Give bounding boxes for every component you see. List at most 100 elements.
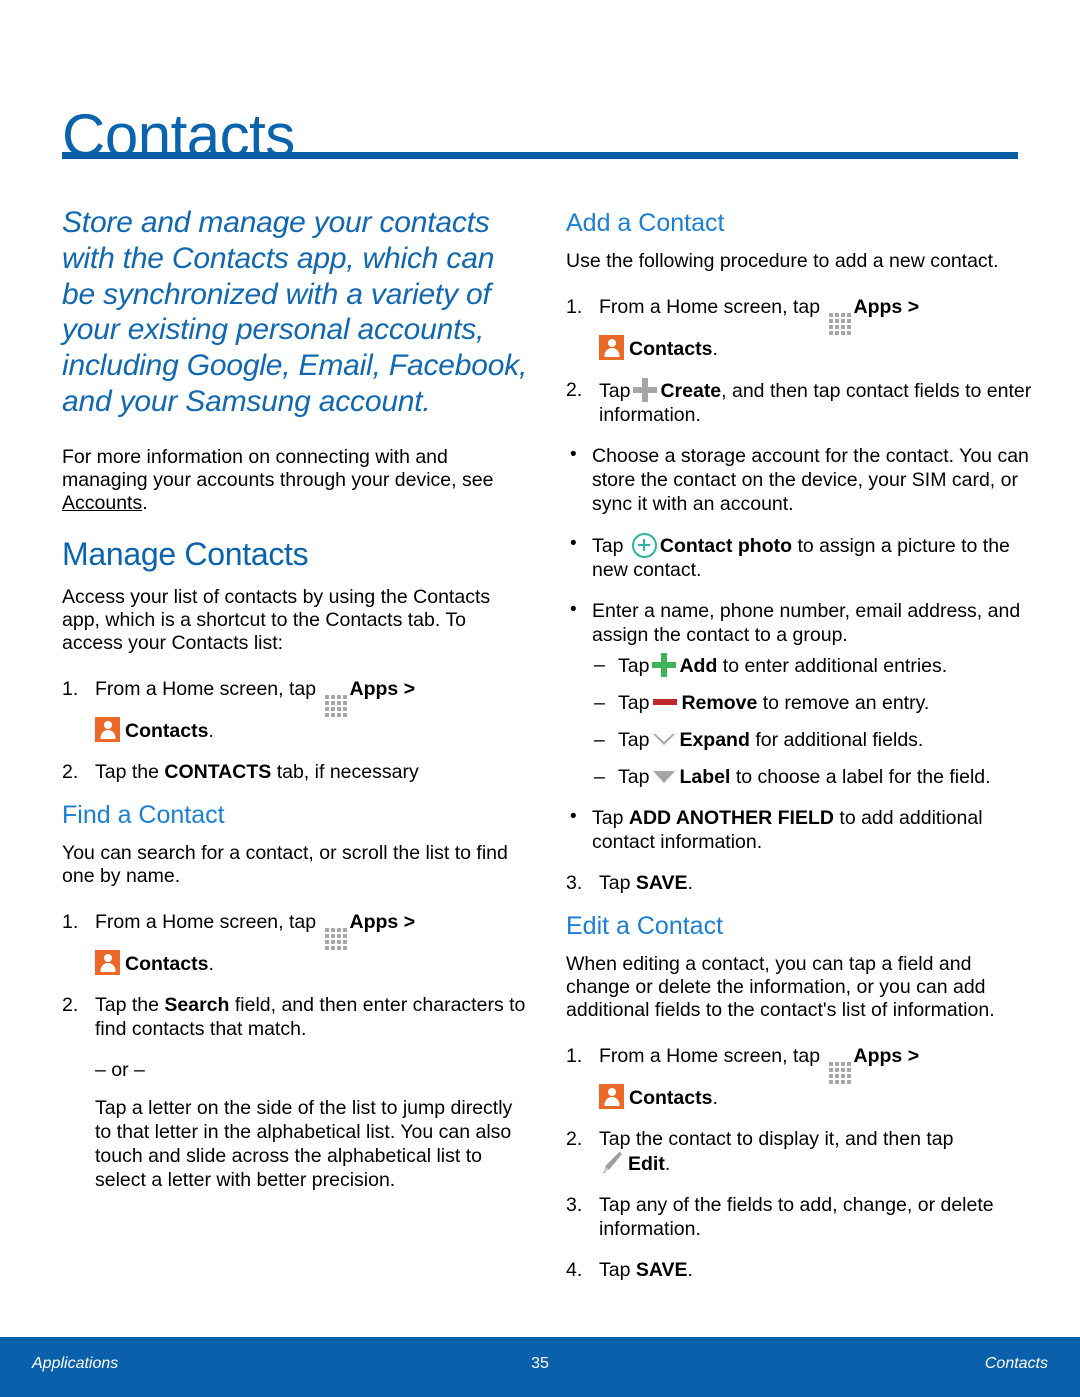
find-a-contact-heading: Find a Contact [62,800,225,829]
contacts-app-icon [599,1083,624,1109]
apps-label: Apps [349,677,399,700]
step-item: 1. From a Home screen, tap Apps > Contac… [566,295,1036,361]
add-contact-bullets: • Choose a storage account for the conta… [566,444,1036,854]
dash-text-a: Tap [618,728,650,751]
step-number: 1. [62,677,79,700]
footer-topic-label: Contacts [984,1355,1048,1372]
contacts-app-icon [95,949,120,975]
step-text-a: From a Home screen, tap [95,910,317,933]
step-number: 1. [62,910,79,933]
step-item: 1. From a Home screen, tap Apps > Contac… [566,1044,1036,1110]
contacts-label: Contacts [125,719,209,742]
step-period: . [664,1152,671,1175]
step-number: 2. [62,993,79,1016]
step-text-a: Tap [599,871,631,894]
step-item: 4. Tap SAVE. [566,1258,1036,1282]
edit-a-contact-intro: When editing a contact, you can tap a fi… [566,952,995,1021]
or-divider: – or – [95,1058,145,1081]
create-label: Create [660,379,722,402]
step-item: 3. Tap SAVE. [566,871,1036,895]
add-plus-icon [652,652,677,677]
step-period: . [712,1086,718,1109]
step-text-c: tab, if necessary [276,760,419,783]
step-item: 3. Tap any of the fields to add, change,… [566,1193,1036,1241]
step-period: . [712,337,718,360]
remove-minus-icon [653,698,678,705]
bullet-text-a: Tap [592,806,624,829]
dash-marker: – [594,653,605,676]
edit-pencil-icon [599,1151,625,1175]
dash-item: – Tap Add to enter additional entries. [592,652,1036,678]
step-period: . [208,719,214,742]
step-item: 2. Tap the Search field, and then enter … [62,993,532,1041]
dash-text-c: to remove an entry. [762,691,930,714]
step-item: 1. From a Home screen, tap Apps > Contac… [62,910,532,976]
dash-text-a: Tap [618,691,650,714]
contact-photo-label: Contact photo [659,534,793,557]
step-number: 1. [566,295,583,318]
save-label: SAVE [635,871,688,894]
step-number: 3. [566,1193,583,1216]
save-label: SAVE [635,1258,688,1281]
contacts-app-icon [599,334,624,360]
page-footer: Applications 35 Contacts [0,1337,1080,1397]
find-a-contact-intro: You can search for a contact, or scroll … [62,841,508,887]
step-item: 2. Tap the contact to display it, and th… [566,1127,1036,1176]
title-divider [62,152,1018,159]
contacts-label: Contacts [629,337,713,360]
expand-label: Expand [679,728,750,751]
bullet-item: • Enter a name, phone number, email addr… [566,599,1036,789]
add-contact-sub-dashes: – Tap Add to enter additional entries. – … [592,652,1036,789]
dash-marker: – [594,728,605,751]
dash-item: – Tap Remove to remove an entry. [592,691,1036,715]
contacts-app-icon [95,716,120,742]
step-text-c: field, and then enter characters to find… [95,993,526,1040]
apps-label: Apps [853,1044,903,1067]
edit-contact-steps: 1. From a Home screen, tap Apps > Contac… [566,1044,1036,1282]
left-column: Store and manage your contacts with the … [62,205,532,1206]
step-period: . [687,1258,693,1281]
step-item: 2. Tap the CONTACTS tab, if necessary [62,760,532,784]
crossref-text-after: . [142,491,148,514]
lead-paragraph: Store and manage your contacts with the … [62,206,528,418]
apps-grid-icon [828,1061,851,1084]
bullet-item: • Tap ADD ANOTHER FIELD to add additiona… [566,806,1036,854]
label-triangle-down-icon [652,766,676,783]
accounts-link[interactable]: Accounts [62,492,142,514]
step-number: 2. [62,760,79,783]
manage-contacts-heading: Manage Contacts [62,535,309,572]
dash-text-a: Tap [618,765,650,788]
dash-text-c: for additional fields. [755,728,924,751]
apps-label: Apps [349,910,399,933]
step-text-a: Tap [599,1258,631,1281]
step-text-a: Tap the [95,760,159,783]
step-number: 2. [566,1127,583,1150]
label-label: Label [679,765,731,788]
step-period: . [208,952,214,975]
step-text-a: Tap any of the fields to add, change, or… [599,1193,994,1240]
step-number: 4. [566,1258,583,1281]
add-another-field-label: ADD ANOTHER FIELD [628,806,834,829]
step-text-a: From a Home screen, tap [599,295,821,318]
bullet-item: • Tap Contact photo to assign a picture … [566,532,1036,582]
contacts-label: Contacts [629,1086,713,1109]
dash-text-a: Tap [618,654,650,677]
contacts-label: Contacts [125,952,209,975]
bullet-text: Choose a storage account for the contact… [592,444,1029,515]
step-number: 3. [566,871,583,894]
chevron-gt: > [907,1044,920,1067]
bullet-marker: • [570,443,577,465]
find-contact-steps: 1. From a Home screen, tap Apps > Contac… [62,910,532,1041]
manual-page: Contacts Store and manage your contacts … [0,0,1080,1397]
dash-item: – Tap Label to choose a label for the fie… [592,765,1036,789]
bullet-text-a: Tap [592,534,624,557]
search-field-label: Search [164,993,230,1016]
contacts-tab-label: CONTACTS [164,760,272,783]
apps-label: Apps [853,295,903,318]
step-text-a: Tap [599,379,631,402]
step-period: . [687,871,693,894]
add-a-contact-intro: Use the following procedure to add a new… [566,249,999,272]
edit-a-contact-heading: Edit a Contact [566,911,724,940]
find-alt-method-text: Tap a letter on the side of the list to … [95,1096,513,1191]
apps-grid-icon [324,927,347,950]
